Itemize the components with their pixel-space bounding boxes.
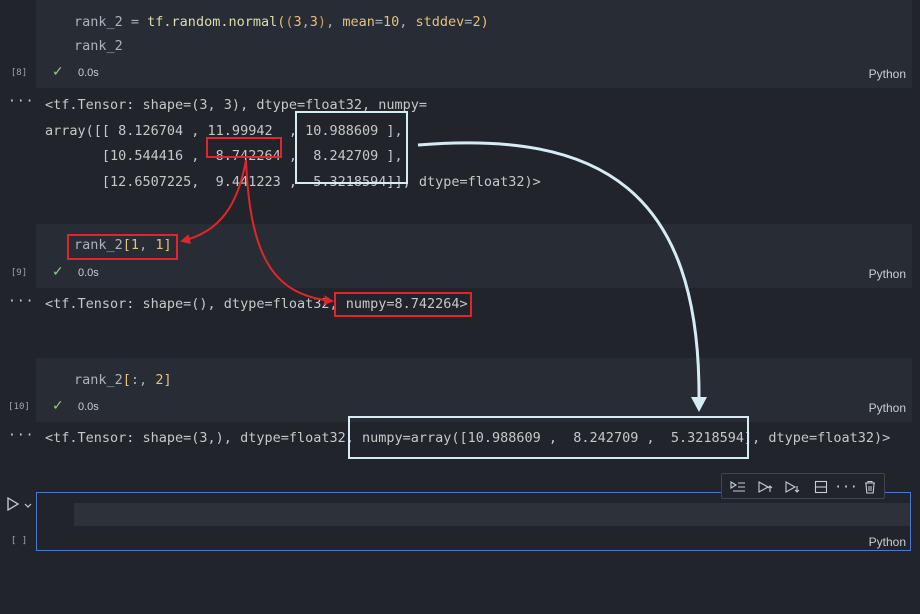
annotation-arrows [180,141,707,412]
blue-arrow-to-output [417,141,701,399]
red-arrow-to-code [180,159,247,245]
red-arrow-to-output [245,159,334,306]
